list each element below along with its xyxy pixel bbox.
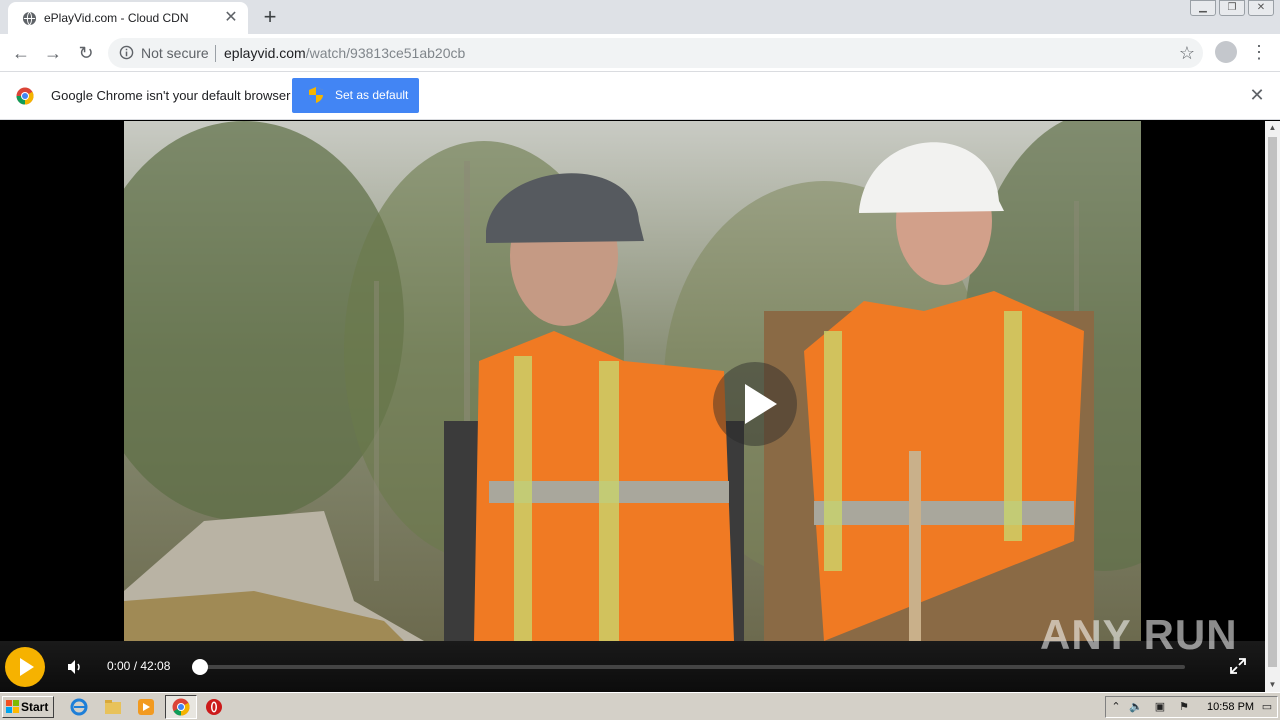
chrome-logo-icon xyxy=(16,87,34,105)
media-player-icon[interactable] xyxy=(137,698,155,716)
star-icon[interactable]: ☆ xyxy=(1179,43,1195,64)
security-label: Not secure xyxy=(141,45,209,61)
clock: 10:58 PM xyxy=(1207,701,1255,713)
network-icon[interactable]: ▣ xyxy=(1153,700,1167,714)
volume-icon[interactable] xyxy=(66,658,84,676)
set-as-default-button[interactable]: Set as default xyxy=(292,78,419,113)
infobar-close-icon[interactable]: ✕ xyxy=(1248,86,1266,104)
system-tray: ⌃ 🔈 ▣ ⚑ 10:58 PM ▭ xyxy=(1105,696,1278,718)
speaker-icon[interactable]: 🔈 xyxy=(1129,700,1143,714)
minimize-icon[interactable]: ▁ xyxy=(1190,0,1216,16)
new-tab-button[interactable]: + xyxy=(258,5,282,29)
flag-icon[interactable]: ⚑ xyxy=(1177,700,1191,714)
close-window-icon[interactable]: ✕ xyxy=(1248,0,1274,16)
file-explorer-icon[interactable] xyxy=(104,698,122,716)
tray-expand-icon[interactable]: ⌃ xyxy=(1109,700,1123,714)
shield-icon xyxy=(309,87,323,103)
fullscreen-icon[interactable] xyxy=(1230,658,1246,674)
video-still-image xyxy=(124,121,1141,641)
time-display: 0:00 / 42:08 xyxy=(107,659,171,673)
tab-close-icon[interactable]: ✕ xyxy=(222,9,240,27)
tab-strip: ePlayVid.com - Cloud CDN ✕ + ▁ ❐ ✕ xyxy=(0,0,1280,34)
url-path: /watch/93813ce51ab20cb xyxy=(305,45,466,61)
url-separator xyxy=(215,45,216,62)
scroll-thumb[interactable] xyxy=(1268,137,1277,667)
browser-tab[interactable]: ePlayVid.com - Cloud CDN ✕ xyxy=(8,2,248,34)
window-controls: ▁ ❐ ✕ xyxy=(1187,0,1274,18)
menu-icon[interactable]: ⋮ xyxy=(1250,40,1268,64)
globe-icon xyxy=(22,11,37,26)
infobar-message: Google Chrome isn't your default browser xyxy=(51,88,291,103)
url-text: eplayvid.com/watch/93813ce51ab20cb xyxy=(224,45,465,61)
show-desktop-icon[interactable]: ▭ xyxy=(1260,700,1274,714)
page-scrollbar[interactable]: ▲ ▼ xyxy=(1265,121,1280,692)
seek-bar[interactable] xyxy=(200,665,1185,669)
video-page: ANY RUN 0:00 / 42:08 xyxy=(0,121,1265,692)
set-as-default-label: Set as default xyxy=(335,88,409,102)
reload-icon[interactable]: ↻ xyxy=(73,40,99,66)
default-browser-infobar: Google Chrome isn't your default browser… xyxy=(0,72,1280,120)
forward-icon[interactable]: → xyxy=(40,40,66,66)
browser-toolbar: ← → ↻ Not secure eplayvid.com/watch/9381… xyxy=(0,34,1280,72)
video-controls: ANY RUN 0:00 / 42:08 xyxy=(0,611,1265,692)
chrome-taskbar-button[interactable] xyxy=(165,695,197,719)
seek-handle[interactable] xyxy=(192,659,208,675)
url-host: eplayvid.com xyxy=(224,45,306,61)
anyrun-watermark: ANY RUN xyxy=(1040,611,1238,658)
windows-logo-icon xyxy=(6,700,19,713)
play-icon xyxy=(20,658,34,676)
opera-icon[interactable] xyxy=(205,698,223,716)
start-label: Start xyxy=(21,700,49,714)
windows-taskbar: Start ⌃ 🔈 ▣ ⚑ 10:58 PM ▭ xyxy=(0,692,1280,720)
start-button[interactable]: Start xyxy=(2,696,54,718)
address-bar[interactable]: Not secure eplayvid.com/watch/93813ce51a… xyxy=(108,38,1203,68)
scroll-up-icon[interactable]: ▲ xyxy=(1265,121,1280,135)
chrome-icon xyxy=(172,698,190,716)
big-play-button[interactable] xyxy=(713,362,797,446)
profile-icon[interactable] xyxy=(1215,41,1237,63)
play-icon xyxy=(745,384,777,424)
internet-explorer-icon[interactable] xyxy=(70,698,88,716)
scroll-down-icon[interactable]: ▼ xyxy=(1265,678,1280,692)
back-icon[interactable]: ← xyxy=(8,40,34,66)
tab-title: ePlayVid.com - Cloud CDN xyxy=(44,11,189,25)
play-button[interactable] xyxy=(5,647,45,687)
info-icon[interactable] xyxy=(119,45,134,60)
restore-icon[interactable]: ❐ xyxy=(1219,0,1245,16)
video-frame[interactable] xyxy=(124,121,1141,641)
